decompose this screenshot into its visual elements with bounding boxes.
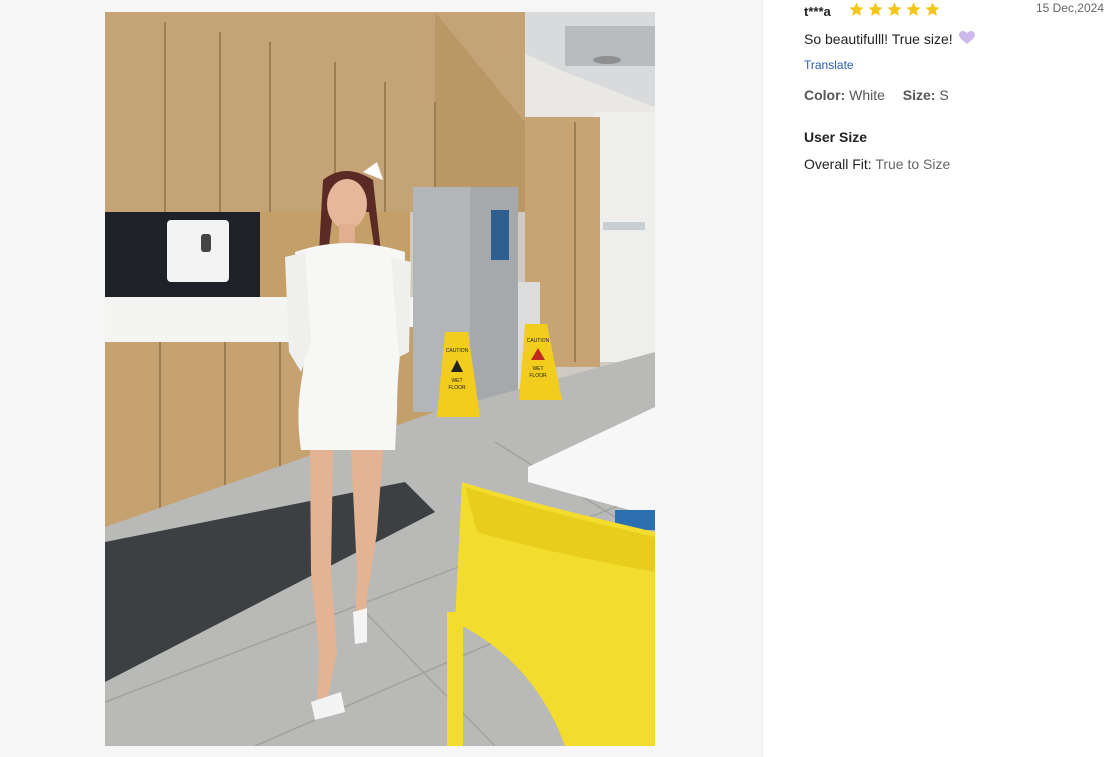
wet-floor-sign-right-text-2: WET	[532, 366, 543, 372]
wet-floor-sign-right-text-1: CAUTION	[527, 338, 550, 344]
review-text-content: So beautifulll! True size!	[804, 31, 953, 47]
review-photo-image: CAUTION WET FLOOR CAUTION WET FLOOR	[105, 12, 655, 746]
size-label: Size:	[902, 87, 936, 103]
wet-floor-sign-right-text-3: FLOOR	[529, 373, 547, 379]
color-label: Color:	[804, 87, 846, 103]
translate-link[interactable]: Translate	[804, 58, 854, 72]
wet-floor-sign-left-text-3: FLOOR	[448, 385, 466, 391]
star-icon	[887, 2, 902, 16]
star-icon	[849, 2, 864, 16]
size-value: S	[939, 87, 949, 103]
size-attribute: Size: S	[903, 87, 949, 103]
review-date: 15 Dec,2024	[1035, 1, 1104, 15]
overall-fit-row: Overall Fit: True to Size	[804, 156, 950, 172]
user-size-title: User Size	[804, 129, 868, 145]
wet-floor-sign-left-text-1: CAUTION	[446, 348, 469, 354]
review-photo[interactable]: CAUTION WET FLOOR CAUTION WET FLOOR	[105, 12, 655, 746]
wet-floor-sign-left-text-2: WET	[451, 378, 462, 384]
purple-heart-icon	[958, 31, 975, 44]
overall-fit-value: True to Size	[875, 156, 951, 172]
review-attributes: Color: White Size: S	[804, 87, 963, 103]
overall-fit-label: Overall Fit:	[804, 156, 872, 172]
review-text: So beautifulll! True size!	[804, 31, 975, 47]
star-icon	[906, 2, 921, 16]
color-value: White	[849, 87, 885, 103]
photo-gallery-panel: CAUTION WET FLOOR CAUTION WET FLOOR	[0, 0, 763, 757]
color-attribute: Color: White	[804, 87, 885, 103]
star-icon	[868, 2, 883, 16]
review-details-panel: t***a 15 Dec,2024 So beautifulll! True s…	[764, 0, 1112, 757]
reviewer-name: t***a	[804, 4, 831, 19]
star-rating	[848, 1, 941, 18]
star-icon	[925, 2, 940, 16]
